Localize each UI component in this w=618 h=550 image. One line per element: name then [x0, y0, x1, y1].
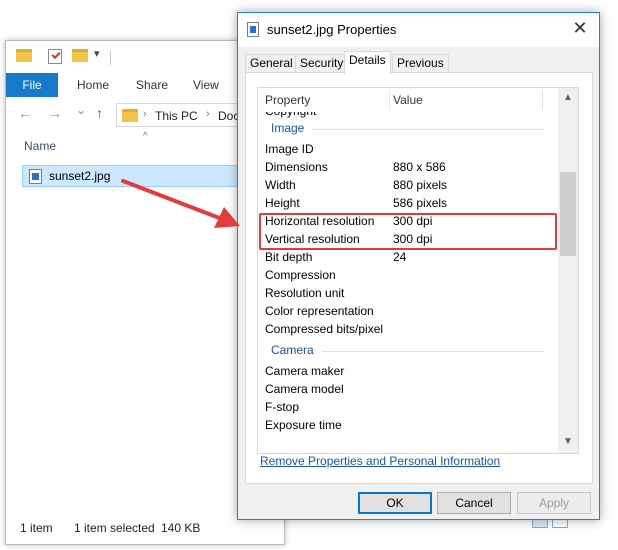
scroll-down-icon[interactable]: ▼	[558, 436, 578, 453]
property-name: Dimensions	[265, 160, 328, 174]
status-bar: 1 item 1 item selected 140 KB	[6, 519, 284, 541]
property-name: Image ID	[265, 142, 314, 156]
tab-previous-versions[interactable]: Previous Versions	[392, 54, 449, 87]
column-divider[interactable]	[542, 90, 543, 110]
vertical-scrollbar[interactable]: ▲ ▼	[558, 88, 578, 453]
property-name: Color representation	[265, 304, 374, 318]
qat-divider	[110, 51, 111, 65]
sort-caret-icon: ^	[143, 131, 148, 142]
property-value: 880 pixels	[393, 178, 448, 192]
image-file-icon	[247, 22, 259, 37]
folder-icon	[122, 109, 138, 122]
status-size: 140 KB	[161, 521, 201, 535]
column-header-property[interactable]: Property	[265, 93, 310, 107]
qat-dropdown-icon[interactable]: ▾	[94, 47, 100, 60]
property-name: Camera maker	[265, 364, 345, 378]
status-item-count: 1 item	[20, 521, 53, 535]
property-name: Compression	[265, 268, 336, 282]
tab-file[interactable]: File	[6, 73, 58, 97]
list-item[interactable]: F-stop	[258, 398, 558, 416]
list-item[interactable]: Bit depth 24	[258, 248, 558, 266]
property-name: F-stop	[265, 400, 300, 414]
tab-security[interactable]: Security	[295, 54, 349, 73]
remove-properties-link[interactable]: Remove Properties and Personal Informati…	[260, 454, 500, 468]
group-label-image: Image	[271, 121, 305, 135]
list-item[interactable]: Camera maker	[258, 362, 558, 380]
tab-general[interactable]: General	[245, 54, 298, 73]
dialog-title: sunset2.jpg Properties	[267, 22, 397, 37]
property-name: Width	[265, 178, 296, 192]
property-name: Exposure time	[265, 418, 342, 432]
tab-details[interactable]: Details	[344, 51, 391, 74]
property-name: Compressed bits/pixel	[265, 322, 384, 336]
list-item[interactable]: Compressed bits/pixel	[258, 320, 558, 338]
new-folder-icon[interactable]	[72, 49, 88, 62]
column-header-name[interactable]: Name	[24, 139, 56, 153]
group-label-camera: Camera	[271, 343, 314, 357]
property-name: Bit depth	[265, 250, 313, 264]
property-value: 586 pixels	[393, 196, 448, 210]
back-arrow-icon[interactable]: ←	[18, 105, 32, 121]
property-value: 24	[393, 250, 407, 264]
column-header-value[interactable]: Value	[393, 93, 423, 107]
image-file-icon	[29, 169, 42, 184]
list-header: Property Value	[258, 88, 558, 112]
list-item[interactable]: Image ID	[258, 140, 558, 158]
properties-list[interactable]: Copyright Image Image ID Dimensions 880 …	[257, 87, 579, 454]
list-item[interactable]: Dimensions 880 x 586	[258, 158, 558, 176]
scroll-thumb[interactable]	[560, 172, 576, 256]
tab-home[interactable]: Home	[77, 73, 109, 97]
apply-button[interactable]: Apply	[517, 492, 591, 514]
list-item[interactable]: Resolution unit	[258, 284, 558, 302]
recent-locations-icon[interactable]: ⌄	[76, 103, 86, 117]
group-header-camera: Camera	[258, 342, 558, 360]
file-name: sunset2.jpg	[49, 169, 111, 183]
folder-icon[interactable]	[16, 49, 32, 62]
highlight-box	[259, 213, 557, 250]
properties-icon[interactable]	[48, 49, 62, 64]
breadcrumb-separator: ›	[143, 108, 147, 120]
forward-arrow-icon[interactable]: →	[48, 105, 62, 121]
list-item[interactable]: Exposure time	[258, 416, 558, 434]
status-selected: 1 item selected	[74, 521, 155, 535]
group-divider	[322, 351, 544, 352]
properties-dialog: sunset2.jpg Properties ✕ General Securit…	[237, 12, 600, 520]
tab-view[interactable]: View	[193, 73, 219, 97]
group-divider	[312, 129, 544, 130]
tab-share[interactable]: Share	[136, 73, 168, 97]
list-item[interactable]: Width 880 pixels	[258, 176, 558, 194]
scroll-up-icon[interactable]: ▲	[558, 92, 578, 110]
list-item[interactable]: Compression	[258, 266, 558, 284]
close-button[interactable]: ✕	[569, 18, 591, 39]
cancel-button[interactable]: Cancel	[437, 492, 511, 514]
up-arrow-icon[interactable]: ↑	[96, 105, 103, 121]
list-item[interactable]: Color representation	[258, 302, 558, 320]
property-value: 880 x 586	[393, 160, 446, 174]
ok-button[interactable]: OK	[358, 492, 432, 514]
group-header-image: Image	[258, 120, 558, 138]
breadcrumb-this-pc[interactable]: This PC	[155, 109, 198, 123]
property-name: Camera model	[265, 382, 344, 396]
property-name: Resolution unit	[265, 286, 345, 300]
column-divider[interactable]	[389, 90, 390, 110]
property-name: Height	[265, 196, 300, 210]
list-item[interactable]: Height 586 pixels	[258, 194, 558, 212]
list-item[interactable]: Camera model	[258, 380, 558, 398]
title-bar: sunset2.jpg Properties ✕	[238, 13, 599, 47]
breadcrumb-separator: ›	[206, 108, 210, 120]
